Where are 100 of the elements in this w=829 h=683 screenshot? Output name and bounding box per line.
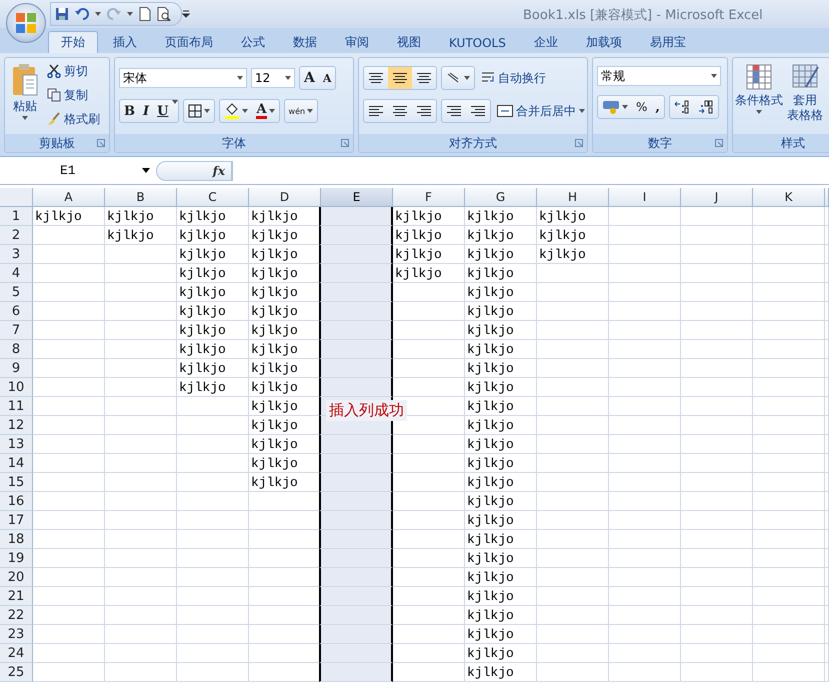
row-header[interactable]: 1 [0, 207, 33, 226]
ribbon-tab[interactable]: 公式 [228, 31, 278, 53]
table-cell [681, 302, 753, 321]
row-header[interactable]: 7 [0, 321, 33, 340]
decimal-arrow-icon [674, 100, 690, 114]
wrap-text-button[interactable]: 自动换行 [479, 68, 548, 88]
dialog-launcher-icon [341, 139, 349, 147]
copy-button[interactable]: 复制 [45, 85, 102, 105]
table-cell [33, 606, 105, 625]
row-header[interactable]: 16 [0, 492, 33, 511]
ribbon-tab[interactable]: 审阅 [332, 31, 382, 53]
table-cell [33, 378, 105, 397]
row-header[interactable]: 3 [0, 245, 33, 264]
table-cell [177, 435, 249, 454]
number-format-dropdown[interactable]: 常规 [597, 66, 721, 86]
table-cell: kjlkjo [393, 207, 465, 226]
row-header[interactable]: 13 [0, 435, 33, 454]
row-header[interactable]: 17 [0, 511, 33, 530]
column-header[interactable]: A [33, 188, 105, 207]
row-header[interactable]: 8 [0, 340, 33, 359]
name-box[interactable]: E1 [0, 160, 156, 180]
table-cell: kjlkjo [465, 530, 537, 549]
percent-button[interactable]: % [632, 96, 652, 118]
ribbon-tab[interactable]: 开始 [48, 31, 98, 53]
row-header[interactable]: 18 [0, 530, 33, 549]
column-header[interactable]: G [465, 188, 537, 207]
table-cell [609, 511, 681, 530]
ribbon-tab[interactable]: 页面布局 [152, 31, 226, 53]
row-header[interactable]: 12 [0, 416, 33, 435]
group-title: 样式 [781, 134, 805, 152]
row-header[interactable]: 22 [0, 606, 33, 625]
format-painter-button[interactable]: 格式刷 [45, 109, 102, 129]
row-header[interactable]: 19 [0, 549, 33, 568]
table-cell [753, 473, 825, 492]
table-cell [681, 587, 753, 606]
dropdown-arrow-icon [172, 100, 178, 104]
row-header[interactable]: 25 [0, 663, 33, 682]
grow-font-button[interactable]: A [300, 67, 319, 89]
column-header[interactable]: H [537, 188, 609, 207]
table-cell [537, 663, 609, 682]
ribbon-tab[interactable]: 企业 [520, 31, 571, 53]
ribbon-tab[interactable]: 视图 [384, 31, 434, 53]
column-header[interactable]: I [609, 188, 681, 207]
insert-function-button[interactable]: fx [212, 164, 225, 178]
row-header[interactable]: 14 [0, 454, 33, 473]
table-cell [105, 340, 177, 359]
table-cell [537, 568, 609, 587]
table-cell [537, 587, 609, 606]
column-header[interactable]: D [249, 188, 321, 207]
table-cell [753, 321, 825, 340]
table-cell [33, 359, 105, 378]
ribbon-tab[interactable]: 数据 [280, 31, 330, 53]
row-header[interactable]: 2 [0, 226, 33, 245]
row-header[interactable]: 6 [0, 302, 33, 321]
row-header[interactable]: 10 [0, 378, 33, 397]
table-cell: kjlkjo [465, 454, 537, 473]
row-header[interactable]: 21 [0, 587, 33, 606]
table-cell: kjlkjo [465, 511, 537, 530]
column-header[interactable]: K [753, 188, 825, 207]
column-header[interactable]: C [177, 188, 249, 207]
underline-button[interactable]: U [153, 100, 172, 122]
shrink-font-button[interactable]: A [318, 67, 336, 89]
merge-center-button[interactable]: 合并后居中 [495, 101, 587, 121]
table-cell [753, 492, 825, 511]
table-cell [609, 644, 681, 663]
table-cell [105, 264, 177, 283]
column-header[interactable]: J [681, 188, 753, 207]
office-button[interactable] [6, 3, 46, 43]
table-format-button[interactable]: 套用 表格格 [785, 61, 825, 131]
phonetic-button[interactable]: wén [284, 100, 318, 122]
row-header[interactable]: 4 [0, 264, 33, 283]
table-cell [609, 359, 681, 378]
row-header[interactable]: 23 [0, 625, 33, 644]
table-cell: kjlkjo [393, 245, 465, 264]
scissors-icon [47, 64, 61, 78]
row-header[interactable]: 5 [0, 283, 33, 302]
table-cell [177, 492, 249, 511]
ribbon-tab[interactable]: 插入 [100, 31, 150, 53]
comma-button[interactable]: , [651, 96, 664, 118]
ribbon-tab[interactable]: 易用宝 [636, 31, 699, 53]
font-size-dropdown[interactable]: 12 [251, 68, 295, 88]
row-header[interactable]: 24 [0, 644, 33, 663]
row-header[interactable]: 9 [0, 359, 33, 378]
font-name-dropdown[interactable]: 宋体 [119, 68, 247, 88]
italic-button[interactable]: I [139, 100, 154, 122]
ribbon-tab[interactable]: 加载项 [572, 31, 635, 53]
middle-align-button[interactable] [388, 67, 412, 89]
conditional-format-button[interactable]: 条件格式 [733, 61, 785, 131]
column-header[interactable]: F [393, 188, 465, 207]
row-header[interactable]: 11 [0, 397, 33, 416]
paste-button[interactable]: 粘贴 [9, 61, 41, 131]
column-header[interactable]: B [105, 188, 177, 207]
column-header[interactable]: E [321, 188, 393, 207]
table-cell [105, 549, 177, 568]
row-header[interactable]: 15 [0, 473, 33, 492]
cut-button[interactable]: 剪切 [45, 61, 102, 81]
ribbon-tab[interactable]: KUTOOLS [436, 31, 519, 53]
bold-button[interactable]: B [120, 100, 139, 122]
row-header[interactable]: 20 [0, 568, 33, 587]
table-cell [753, 283, 825, 302]
